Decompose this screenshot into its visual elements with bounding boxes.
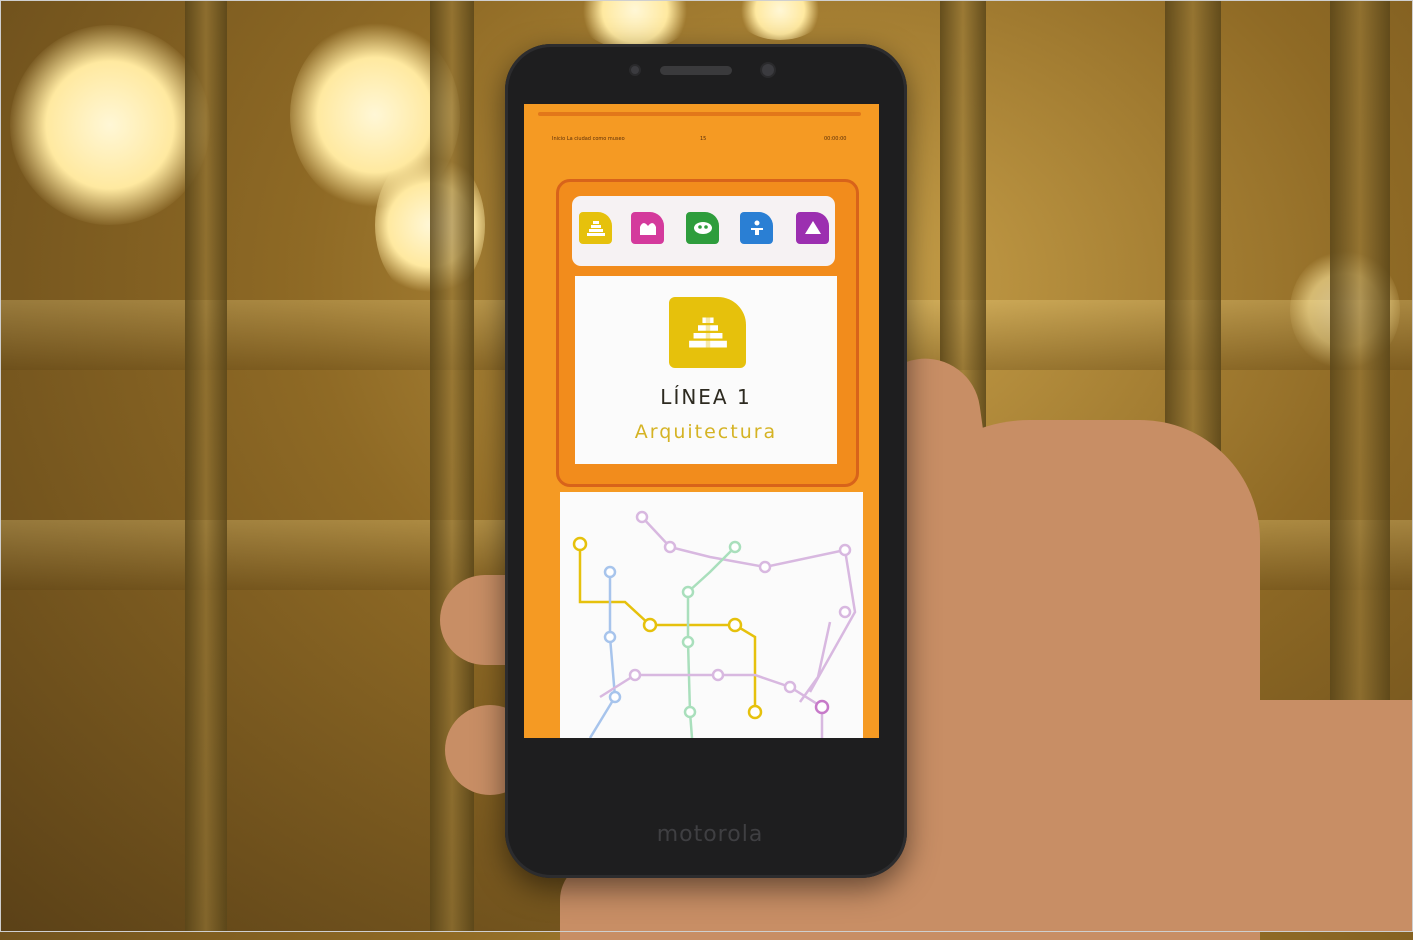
metro-map[interactable] (560, 492, 863, 739)
status-bar: Inicio La ciudad como museo 15 00:00:00 (524, 136, 879, 148)
ceiling-light (735, 0, 825, 40)
building-icon (639, 223, 656, 235)
status-counter: 15 (700, 136, 707, 142)
breadcrumb[interactable]: Inicio La ciudad como museo (552, 136, 625, 142)
railing-bar (430, 0, 474, 932)
progress-line (538, 112, 861, 116)
line-title: LÍNEA 1 (660, 385, 752, 409)
front-camera-icon (760, 62, 776, 78)
ceiling-light (575, 0, 695, 50)
wrist (1120, 700, 1413, 932)
temple-icon (804, 221, 821, 234)
railing-bar (185, 0, 227, 932)
status-time: 00:00:00 (824, 136, 847, 142)
brand-logo: motorola (656, 822, 764, 847)
line-5-icon[interactable] (796, 212, 829, 244)
mask-icon (693, 222, 712, 234)
metro-map-graphic (572, 510, 857, 739)
pyramid-icon (688, 316, 727, 347)
ceiling-light (10, 25, 210, 225)
line-1-icon[interactable] (579, 212, 612, 244)
line-1-large-icon (669, 297, 746, 368)
figure-icon (750, 220, 763, 235)
line-2-icon[interactable] (631, 212, 664, 244)
sensor-icon (629, 64, 641, 76)
line-4-icon[interactable] (740, 212, 773, 244)
line-subtitle: Arquitectura (634, 421, 778, 443)
line-3-icon[interactable] (686, 212, 719, 244)
pyramid-icon (586, 221, 605, 236)
speaker-grille (660, 66, 732, 75)
